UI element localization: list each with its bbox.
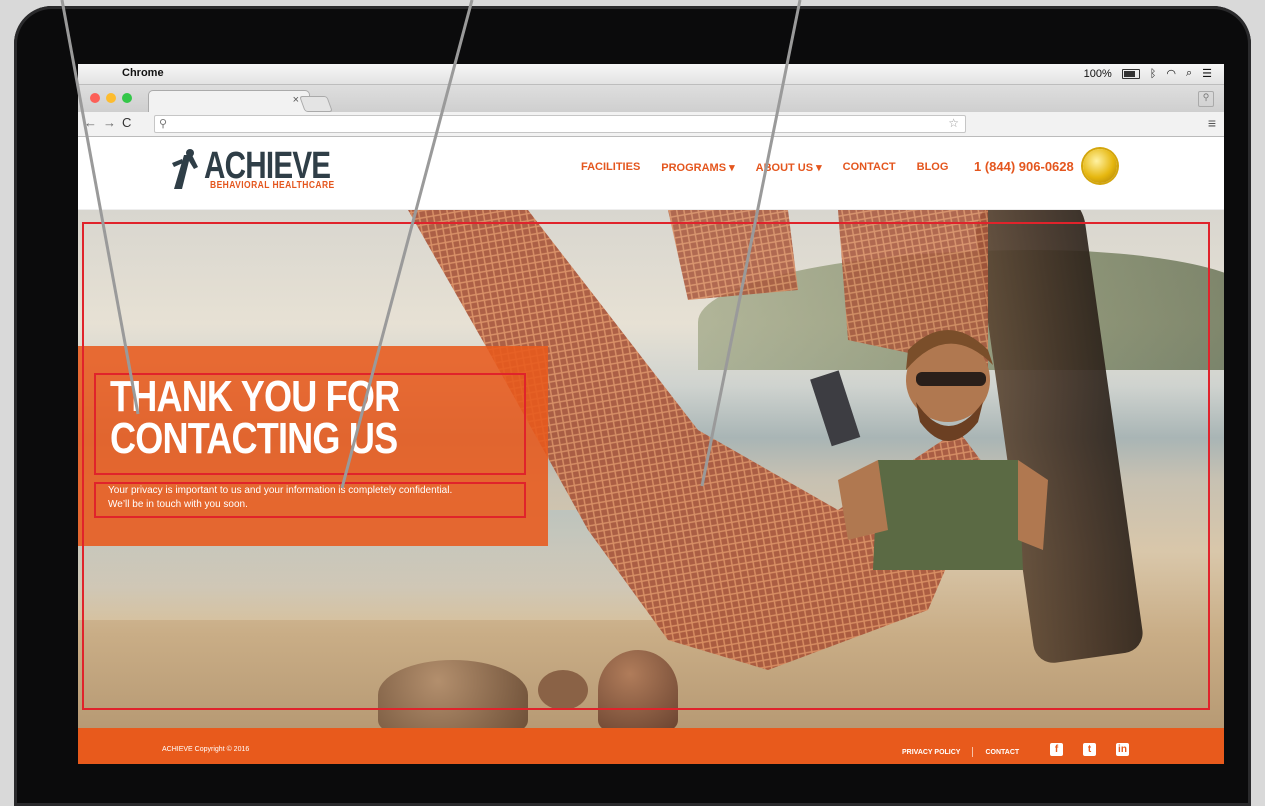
hero-title-line: THANK YOU FOR: [110, 372, 400, 421]
chrome-toolbar: ←→C ⚲ ☆ ≡: [78, 112, 1224, 137]
footer-links: PRIVACY POLICY CONTACT: [902, 747, 1019, 757]
hero-title: THANK YOU FOR CONTACTING US: [110, 372, 400, 463]
forward-arrow-icon[interactable]: →: [103, 115, 122, 130]
hero-message: Your privacy is important to us and your…: [108, 484, 452, 512]
nav-facilities[interactable]: FACILITIES: [581, 161, 640, 174]
thank-you-panel: THANK YOU FOR CONTACTING US Your privacy…: [78, 346, 548, 546]
browser-tab[interactable]: ×: [148, 90, 310, 113]
nav-about-us[interactable]: ABOUT US ▾: [756, 161, 822, 174]
close-window-icon[interactable]: [90, 93, 100, 103]
footer-divider: [972, 747, 974, 757]
battery-icon[interactable]: [1121, 68, 1140, 79]
new-tab-button[interactable]: [299, 96, 333, 112]
battery-percent: 100%: [1083, 67, 1112, 80]
maximize-window-icon[interactable]: [122, 93, 132, 103]
hero-banner: THANK YOU FOR CONTACTING US Your privacy…: [78, 210, 1224, 728]
close-tab-icon[interactable]: ×: [293, 94, 299, 106]
chrome-menu-icon[interactable]: ≡: [1208, 115, 1216, 131]
address-bar[interactable]: ⚲ ☆: [154, 115, 966, 133]
back-arrow-icon[interactable]: ←: [84, 115, 103, 130]
nav-blog[interactable]: BLOG: [917, 161, 949, 174]
search-icon: ⚲: [159, 118, 168, 130]
list-icon[interactable]: ☰: [1202, 67, 1212, 80]
hero-message-line: Your privacy is important to us and your…: [108, 485, 453, 496]
nav-arrows: ←→C: [84, 115, 137, 130]
wifi-icon[interactable]: ◠: [1166, 67, 1176, 80]
chrome-tab-bar: × ⚲: [78, 85, 1224, 113]
search-icon[interactable]: ⌕: [1186, 67, 1192, 80]
logo-subtitle: BEHAVIORAL HEALTHCARE: [210, 180, 335, 191]
beach-rock: [598, 650, 678, 728]
nav-programs[interactable]: PROGRAMS ▾: [661, 161, 734, 174]
reload-icon[interactable]: C: [122, 115, 137, 130]
bluetooth-icon[interactable]: ᛒ: [1150, 68, 1157, 80]
hero-message-line: We’ll be in touch with you soon.: [108, 499, 248, 510]
twitter-icon[interactable]: t: [1083, 743, 1096, 756]
man-in-hammock-image: [810, 330, 1048, 570]
footer-contact-link[interactable]: CONTACT: [985, 749, 1019, 756]
linkedin-icon[interactable]: in: [1116, 743, 1129, 756]
phone-number[interactable]: 1 (844) 906-0628: [974, 159, 1074, 174]
copyright-text: ACHIEVE Copyright © 2016: [162, 746, 250, 753]
mac-menubar: Chrome 100% ᛒ ◠ ⌕ ☰: [78, 64, 1224, 85]
profile-icon[interactable]: ⚲: [1198, 91, 1214, 107]
laptop-bezel: Chrome 100% ᛒ ◠ ⌕ ☰ × ⚲ ←→C ⚲ ☆ ≡ ACHIEV…: [14, 6, 1251, 806]
footer-privacy-link[interactable]: PRIVACY POLICY: [902, 749, 960, 756]
nav-contact[interactable]: CONTACT: [843, 161, 896, 174]
gold-seal-icon[interactable]: [1083, 149, 1117, 183]
app-name[interactable]: Chrome: [122, 67, 164, 79]
facebook-icon[interactable]: f: [1050, 743, 1063, 756]
window-controls: [90, 93, 132, 103]
beach-rock: [378, 660, 528, 728]
climber-logo-icon: [172, 149, 198, 189]
bookmark-star-icon[interactable]: ☆: [948, 116, 959, 130]
beach-rock: [538, 670, 588, 710]
main-navigation: FACILITIES PROGRAMS ▾ ABOUT US ▾ CONTACT…: [581, 161, 948, 174]
browser-screen: Chrome 100% ᛒ ◠ ⌕ ☰ × ⚲ ←→C ⚲ ☆ ≡ ACHIEV…: [78, 64, 1224, 764]
site-header: ACHIEVE BEHAVIORAL HEALTHCARE FACILITIES…: [78, 137, 1224, 210]
hero-title-line: CONTACTING US: [110, 414, 398, 463]
site-footer: ACHIEVE Copyright © 2016 PRIVACY POLICY …: [78, 728, 1224, 764]
minimize-window-icon[interactable]: [106, 93, 116, 103]
social-links: f t in: [1050, 743, 1129, 756]
menubar-status: 100% ᛒ ◠ ⌕ ☰: [1084, 67, 1212, 80]
